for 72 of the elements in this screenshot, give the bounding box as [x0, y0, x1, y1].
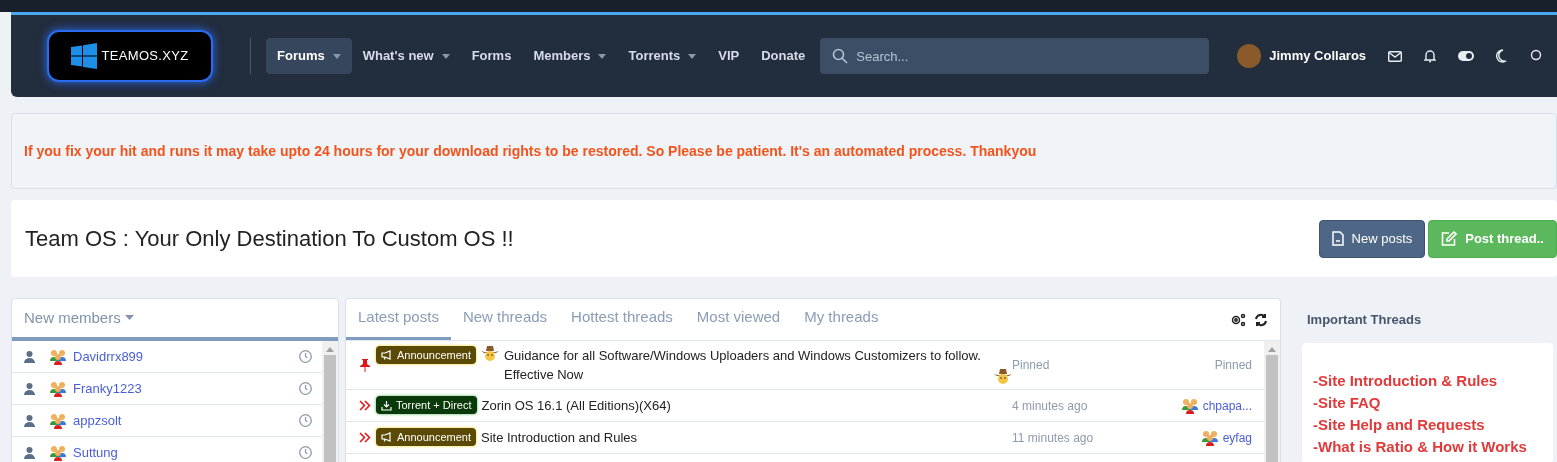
mail-icon[interactable]: [1388, 50, 1403, 62]
moon-icon[interactable]: [1496, 49, 1509, 63]
tab[interactable]: My threads: [792, 298, 891, 340]
new-posts-button[interactable]: New posts: [1318, 219, 1426, 258]
member-link[interactable]: Franky1223: [73, 378, 142, 399]
users-icon: [49, 412, 67, 429]
important-thread-link[interactable]: -Site FAQ: [1313, 391, 1553, 414]
thread-title[interactable]: Guidance for all Software/Windows Uploaders and Windows Customizers to follow. Effective Now: [504, 346, 989, 384]
nav-tab[interactable]: Torrents: [617, 38, 708, 74]
prefix-tag[interactable]: Announcement: [376, 428, 476, 446]
users-icon: [49, 444, 67, 461]
member-link[interactable]: appzsolt: [73, 410, 122, 431]
nav-tab[interactable]: Forms: [460, 38, 523, 74]
tab[interactable]: New threads: [450, 298, 560, 340]
caret-icon[interactable]: [688, 53, 697, 59]
section-title: Important Threads: [1307, 311, 1423, 329]
logo-text: TEAMOS.XYZ: [101, 47, 189, 66]
site-logo[interactable]: TEAMOS.XYZ: [47, 30, 213, 82]
clock-icon: [299, 350, 312, 363]
user-icon: [24, 446, 35, 459]
toggle-icon[interactable]: [1458, 51, 1475, 61]
megaphone-icon: [381, 350, 393, 360]
caret-icon[interactable]: [598, 53, 607, 59]
windows-logo-icon: [71, 43, 98, 69]
nav-tab[interactable]: VIP: [707, 38, 751, 74]
users-icon: [49, 380, 67, 397]
clock-icon: [299, 414, 312, 427]
thread-time: 11 minutes ago: [1012, 429, 1095, 447]
caret-icon[interactable]: [124, 315, 134, 321]
nav-tab[interactable]: Members: [522, 38, 618, 74]
important-thread-link[interactable]: -What is Ratio & How it Works: [1313, 435, 1553, 458]
nav-tab[interactable]: What's new: [351, 38, 461, 74]
page-title: Team OS : Your Only Destination To Custom OS !!: [25, 225, 514, 253]
users-icon: [49, 348, 67, 365]
member-link[interactable]: Suttung: [73, 442, 118, 462]
users-icon: [1180, 397, 1199, 414]
important-thread-link[interactable]: -Site Help and Requests: [1313, 413, 1553, 436]
thread-title[interactable]: Zorin OS 16.1 (All Editions)(X64): [481, 396, 671, 415]
thread-title[interactable]: Site Introduction and Rules: [481, 428, 638, 447]
caret-icon[interactable]: [332, 53, 341, 59]
search-field[interactable]: Search...: [820, 38, 1210, 74]
notice-text: If you fix your hit and runs it may take upto 24 hours for your download rights to be restored. So Please be patient. It's an automated process. Thankyou: [24, 141, 1037, 161]
thread-status: Pinned: [1214, 357, 1252, 374]
scrollbar[interactable]: [1264, 341, 1280, 462]
member-link[interactable]: Davidrrx899: [73, 346, 144, 367]
settings-icon[interactable]: [1230, 312, 1246, 327]
user-icon: [24, 414, 35, 427]
user-icon: [24, 382, 35, 395]
nav-tab[interactable]: Donate: [750, 38, 817, 74]
megaphone-icon: [381, 432, 393, 442]
user-icon: [24, 350, 35, 363]
thread-time: Pinned: [1012, 357, 1051, 374]
refresh-icon[interactable]: [1254, 312, 1268, 327]
bell-icon[interactable]: [1424, 49, 1437, 63]
document-icon: [1331, 231, 1344, 246]
nav-tab[interactable]: Forums: [266, 38, 352, 74]
edit-icon: [1441, 231, 1458, 246]
users-icon: [1200, 429, 1219, 446]
panel-title[interactable]: New members: [24, 306, 121, 330]
prefix-tag[interactable]: Announcement: [376, 346, 476, 364]
caret-icon[interactable]: [441, 53, 450, 59]
scrollbar[interactable]: [322, 341, 338, 462]
author-link[interactable]: chpapa...: [1202, 396, 1252, 415]
clock-icon: [299, 446, 312, 459]
cowboy-emoji-icon: [994, 369, 1012, 384]
important-thread-link[interactable]: -Site Introduction & Rules: [1313, 369, 1553, 392]
prefix-tag[interactable]: Torrent + Direct: [376, 396, 477, 414]
download-icon: [381, 399, 392, 411]
user-name[interactable]: Jimmy Collaros: [1269, 46, 1367, 66]
thread-time: 4 minutes ago: [1012, 397, 1089, 415]
author-link[interactable]: eyfag: [1222, 428, 1252, 447]
clock-icon: [299, 382, 312, 395]
